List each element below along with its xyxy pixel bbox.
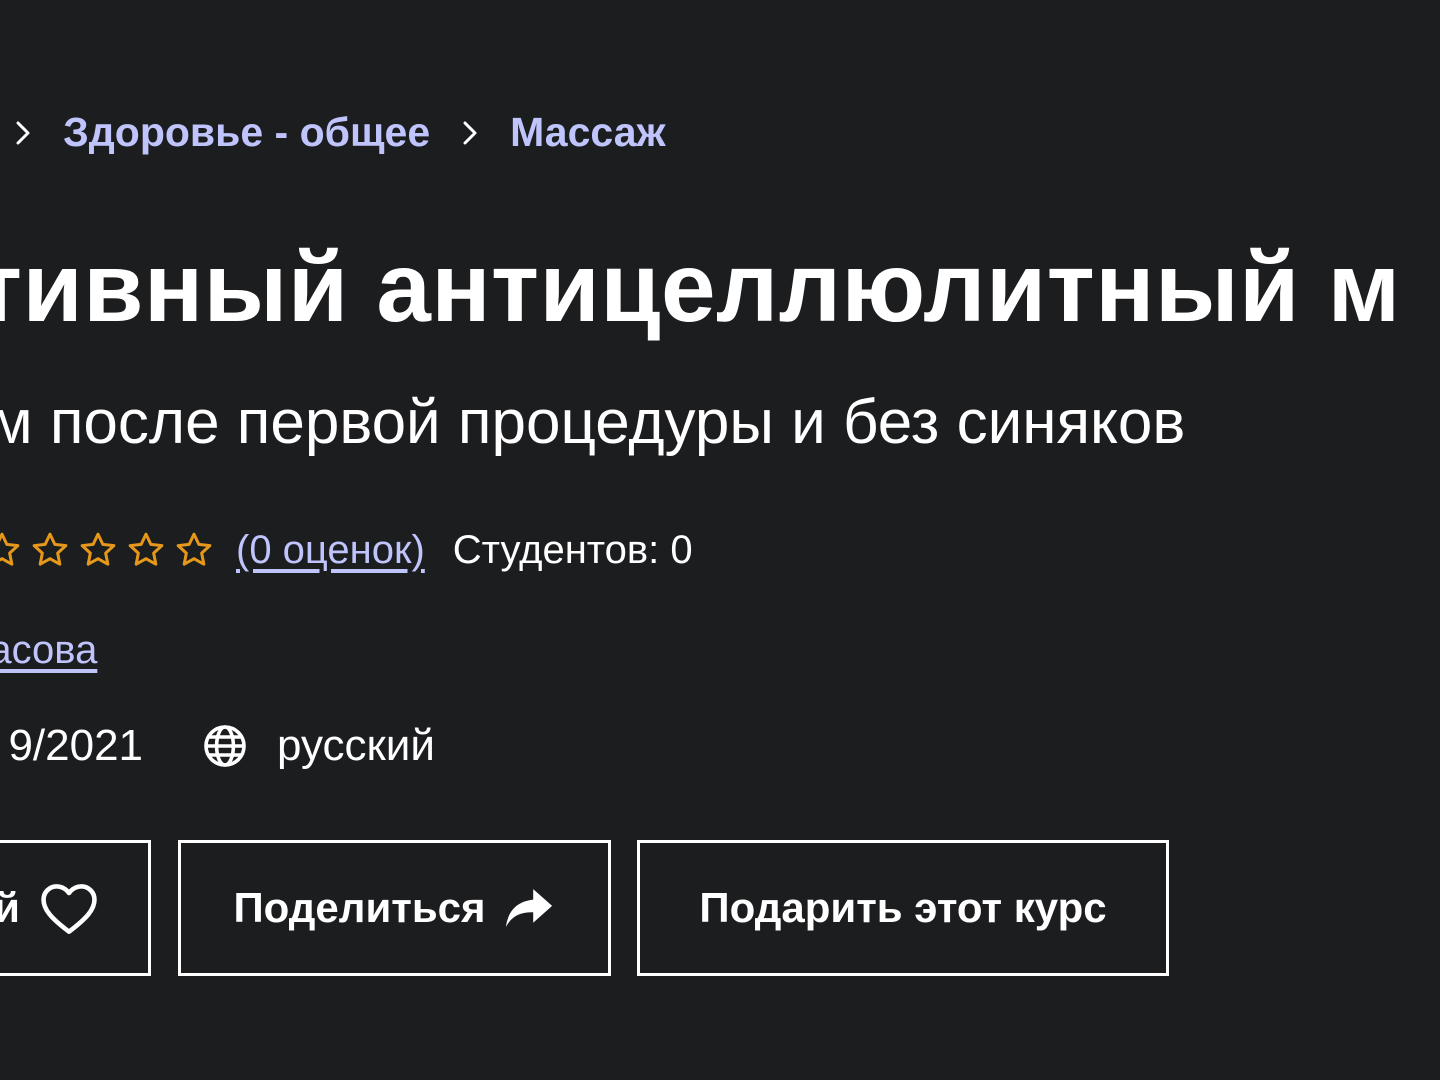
share-arrow-icon [502,887,556,929]
rating-stars [0,530,214,570]
instructor-link[interactable]: ласова [0,628,97,673]
rating-row: (0 оценок) Студентов: 0 [0,522,693,578]
course-title: тивный антицеллюлитный м [0,232,1401,342]
breadcrumb-item-massage[interactable]: Массаж [510,109,665,156]
gift-course-button[interactable]: Подарить этот курс [637,840,1169,976]
course-language: русский [277,721,435,770]
last-updated: : 9/2021 [0,721,144,770]
star-outline-icon [78,530,118,570]
star-outline-icon [0,530,22,570]
breadcrumb: ес Здоровье - общее Массаж [0,104,666,160]
star-outline-icon [174,530,214,570]
course-subtitle: м после первой процедуры и без синяков [0,388,1186,457]
course-meta: : 9/2021 русский [0,716,435,776]
wishlist-button[interactable]: й [0,840,151,976]
star-outline-icon [126,530,166,570]
wishlist-button-label: й [0,884,20,931]
share-button[interactable]: Поделиться [178,840,611,976]
students-count: Студентов: 0 [452,527,693,572]
course-header: ес Здоровье - общее Массаж тивный антице… [0,0,1440,1080]
breadcrumb-item-health[interactable]: Здоровье - общее [63,109,430,156]
globe-icon [201,722,249,770]
heart-icon [38,880,100,936]
share-button-label: Поделиться [233,884,486,931]
chevron-right-icon [0,111,63,154]
star-outline-icon [30,530,70,570]
gift-course-button-label: Подарить этот курс [699,884,1107,931]
rating-count-link[interactable]: (0 оценок) [236,528,425,573]
chevron-right-icon [430,111,510,154]
